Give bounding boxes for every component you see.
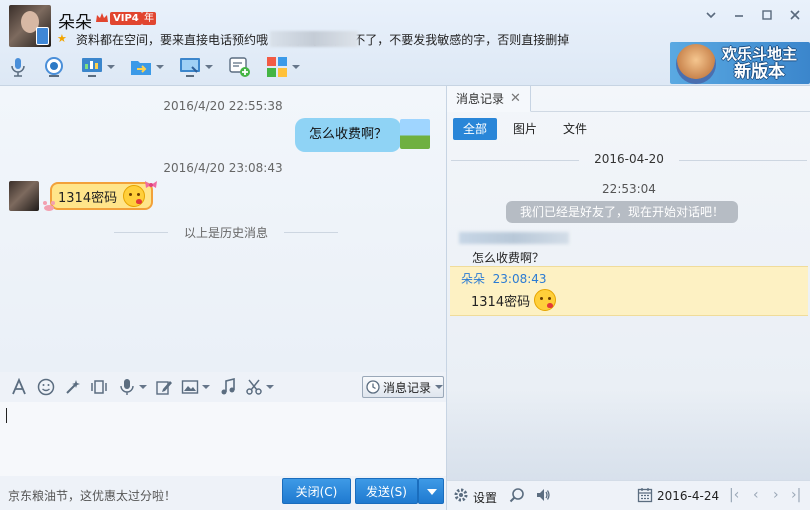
incoming-message-bubble[interactable]: 1314密码 <box>50 182 154 210</box>
edit-icon[interactable] <box>155 378 173 396</box>
image-icon[interactable] <box>181 378 210 396</box>
close-icon[interactable]: ✕ <box>510 91 521 106</box>
mobile-online-icon <box>36 27 49 45</box>
chevron-down-icon[interactable] <box>107 65 115 69</box>
previous-page-icon[interactable]: ‹ <box>753 488 759 502</box>
screen-share-icon[interactable] <box>80 54 115 80</box>
screenshot-icon[interactable] <box>245 378 274 396</box>
music-icon[interactable] <box>219 378 237 396</box>
message-timestamp: 2016/4/20 23:08:43 <box>163 161 283 175</box>
game-ad-banner[interactable]: 欢乐斗地主 新版本 <box>670 42 810 84</box>
paw-decoration-icon <box>43 201 55 211</box>
message-text: 1314密码 <box>58 190 118 206</box>
kiss-emoji-icon <box>123 185 146 207</box>
message-timestamp: 2016/4/20 22:55:38 <box>163 99 283 113</box>
vip-badge[interactable]: VIP4 <box>110 12 142 25</box>
next-page-icon[interactable]: › <box>773 488 779 502</box>
chevron-down-icon <box>435 385 443 389</box>
history-message-highlighted[interactable]: 朵朵 23:08:43 1314密码 <box>450 266 808 316</box>
bow-decoration-icon <box>145 181 157 188</box>
message-text: 1314密码 <box>471 294 531 310</box>
history-message-body: 1314密码 <box>471 289 557 311</box>
history-timestamp: 22:53:04 <box>602 182 656 196</box>
ad-text: 欢乐斗地主 新版本 <box>722 45 797 81</box>
apps-icon[interactable] <box>265 54 300 80</box>
annual-badge: 年 <box>142 12 156 25</box>
tab-divider <box>531 111 810 112</box>
gear-icon[interactable] <box>453 487 469 503</box>
filter-images[interactable]: 图片 <box>503 118 547 140</box>
voice-message-icon[interactable] <box>118 378 147 396</box>
sender-name: 朵朵 <box>461 272 486 286</box>
star-icon: ★ <box>57 32 67 45</box>
outgoing-message-bubble[interactable]: 怎么收费啊？ <box>295 118 402 152</box>
chevron-down-icon[interactable] <box>205 65 213 69</box>
system-notice: 我们已经是好友了，现在开始对话吧！ <box>506 201 739 223</box>
history-footer: 设置 2016-4-24 |‹ ‹ › ›| <box>447 480 810 510</box>
history-date: 2016-04-20 <box>451 152 807 166</box>
history-divider: 以上是历史消息 <box>114 224 338 241</box>
last-page-icon[interactable]: ›| <box>791 488 801 502</box>
video-call-icon[interactable] <box>42 54 66 80</box>
minimize-icon[interactable] <box>732 8 746 22</box>
chevron-down-icon[interactable] <box>292 65 300 69</box>
message-history-label: 消息记录 <box>383 380 432 395</box>
chat-toolbar <box>6 54 300 80</box>
message-history-button[interactable]: 消息记录 <box>362 376 444 398</box>
chevron-down-icon[interactable] <box>202 385 210 389</box>
ad-title: 欢乐斗地主 <box>722 45 798 63</box>
filter-all[interactable]: 全部 <box>453 118 498 140</box>
current-date[interactable]: 2016-4-24 <box>657 489 719 503</box>
search-icon[interactable] <box>509 487 525 503</box>
send-button[interactable]: 发送(S) <box>355 478 418 504</box>
font-icon[interactable] <box>10 378 28 396</box>
promo-link[interactable]: 京东粮油节，这优惠太过分啦！ <box>8 487 176 504</box>
sender-time: 23:08:43 <box>492 272 547 286</box>
create-group-icon[interactable] <box>227 54 251 80</box>
history-sender: 朵朵 23:08:43 <box>461 270 547 287</box>
file-transfer-icon[interactable] <box>129 54 164 80</box>
settings-label[interactable]: 设置 <box>473 489 497 506</box>
history-message-text[interactable]: 怎么收费啊？ <box>472 249 544 266</box>
contact-signature: 资料都在空间，要来直接电话预约哦 朵朵，Q经常上不了，不要发我敏感的字，否则直接… <box>76 33 570 47</box>
close-button[interactable]: 关闭(C) <box>282 478 351 504</box>
kiss-emoji-icon <box>534 289 557 311</box>
chat-footer: 京东粮油节，这优惠太过分啦！ 关闭(C) 发送(S) <box>0 476 446 510</box>
crown-icon <box>96 13 108 22</box>
first-page-icon[interactable]: |‹ <box>729 488 739 502</box>
tab-label: 消息记录 <box>456 92 505 106</box>
remote-desktop-icon[interactable] <box>178 54 213 80</box>
history-filter-tabs: 全部 图片 文件 <box>453 118 603 140</box>
maximize-icon[interactable] <box>760 8 774 22</box>
chevron-down-icon[interactable] <box>139 385 147 389</box>
magic-wand-icon[interactable] <box>64 378 82 396</box>
close-icon[interactable] <box>788 8 802 22</box>
chevron-down-icon[interactable] <box>266 385 274 389</box>
send-options-button[interactable] <box>418 478 444 504</box>
text-cursor <box>6 408 7 423</box>
ad-character-image <box>676 44 716 84</box>
microphone-icon[interactable] <box>6 54 30 80</box>
clock-icon <box>366 380 380 394</box>
message-input[interactable] <box>0 402 446 476</box>
redacted-text <box>270 31 358 47</box>
ad-subtitle: 新版本 <box>734 62 785 82</box>
message-area[interactable]: 2016/4/20 22:55:38 怎么收费啊？ 2016/4/20 23:0… <box>0 86 446 372</box>
shake-window-icon[interactable] <box>90 378 108 396</box>
tab-message-history[interactable]: 消息记录 ✕ <box>447 86 531 112</box>
emoji-icon[interactable] <box>37 378 55 396</box>
redacted-sender <box>459 232 569 244</box>
chat-window-header: 朵朵 VIP4 年 ★ 资料都在空间，要来直接电话预约哦 朵朵，Q经常上不了，不… <box>0 0 810 86</box>
calendar-icon[interactable] <box>637 487 653 503</box>
history-panel: 消息记录 ✕ 全部 图片 文件 2016-04-20 22:53:04 我们已经… <box>446 86 810 510</box>
window-controls <box>704 8 802 22</box>
contact-avatar[interactable] <box>9 181 39 211</box>
chevron-down-icon[interactable] <box>156 65 164 69</box>
background-skyline <box>447 390 810 480</box>
my-avatar[interactable] <box>400 119 430 149</box>
speaker-icon[interactable] <box>535 487 551 503</box>
contact-name[interactable]: 朵朵 <box>58 8 92 33</box>
menu-chevron-icon[interactable] <box>704 8 718 22</box>
filter-files[interactable]: 文件 <box>553 118 597 140</box>
